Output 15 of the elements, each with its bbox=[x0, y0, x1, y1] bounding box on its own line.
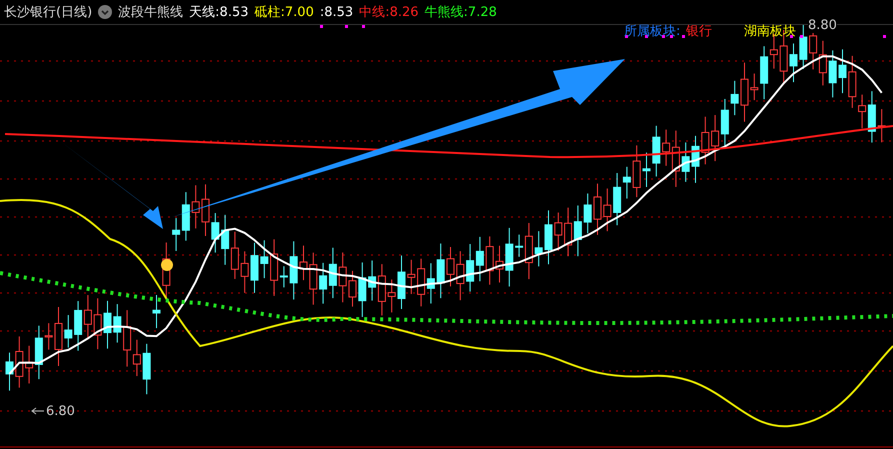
dropdown-icon[interactable] bbox=[98, 5, 112, 19]
indicator-value: 天线:8.53 bbox=[189, 4, 248, 21]
region-label: 湖南板块 bbox=[744, 23, 796, 40]
indicator-value: 牛熊线:7.28 bbox=[424, 4, 497, 21]
sector-label: 所属板块: bbox=[624, 23, 680, 40]
high-price-label: 8.80 bbox=[808, 18, 837, 33]
indicator-value: :8.53 bbox=[320, 4, 354, 20]
indicator-value: 中线:8.26 bbox=[359, 4, 419, 21]
sector-value: 银行 bbox=[686, 23, 712, 40]
low-price-label: 6.80 bbox=[46, 404, 75, 419]
indicator-value: 砥柱:7.00 bbox=[254, 4, 314, 21]
coin-icon bbox=[161, 259, 173, 271]
indicator-name: 波段牛熊线 bbox=[118, 4, 184, 21]
arrow-left-icon bbox=[31, 408, 44, 414]
stock-title: 长沙银行(日线) bbox=[4, 4, 92, 21]
